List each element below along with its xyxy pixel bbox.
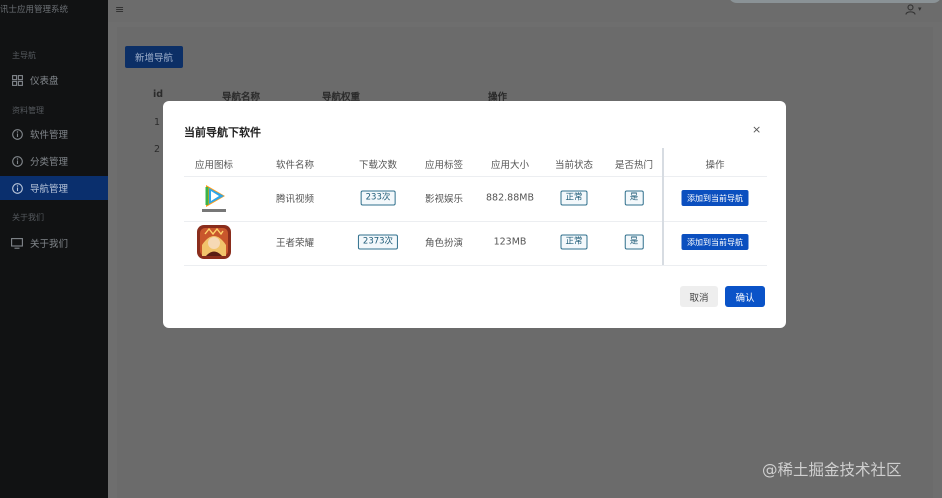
divider — [184, 265, 767, 266]
sidebar: 讯士应用管理系统 主导航 仪表盘 资料管理 软件管理 分类管理 导航管理 关于我… — [0, 0, 108, 498]
sidebar-item-about[interactable]: 关于我们 — [0, 231, 108, 255]
software-dialog: 当前导航下软件 × 应用图标 软件名称 下载次数 应用标签 应用大小 当前状态 … — [163, 101, 786, 328]
column-divider — [662, 148, 664, 265]
honor-of-kings-icon — [197, 225, 231, 259]
header-downloads: 下载次数 — [358, 160, 398, 171]
monitor-icon — [11, 237, 23, 249]
tencent-video-icon — [197, 181, 231, 215]
top-decoration — [728, 0, 942, 3]
sidebar-item-label: 分类管理 — [30, 157, 69, 168]
watermark: @稀土掘金技术社区 — [762, 461, 902, 479]
confirm-button[interactable]: 确认 — [725, 286, 765, 307]
app-tag: 角色扮演 — [424, 238, 464, 249]
sidebar-item-label: 仪表盘 — [30, 76, 59, 87]
hot-badge: 是 — [624, 190, 644, 206]
topbar: ≡ ▾ — [108, 0, 942, 22]
header-name: 软件名称 — [275, 160, 315, 171]
header-hot: 是否热门 — [614, 160, 654, 171]
status-badge: 正常 — [560, 190, 588, 206]
app-tag: 影视娱乐 — [424, 194, 464, 205]
column-header-id: id — [153, 89, 164, 100]
sidebar-group-home: 主导航 — [12, 51, 36, 60]
sidebar-item-category[interactable]: 分类管理 — [0, 149, 108, 173]
info-circle-icon — [11, 128, 23, 140]
status-badge: 正常 — [560, 234, 588, 250]
sidebar-item-software[interactable]: 软件管理 — [0, 122, 108, 146]
downloads-badge: 2373次 — [357, 234, 399, 250]
header-size: 应用大小 — [490, 160, 530, 171]
app-size: 123MB — [493, 236, 527, 248]
add-to-nav-button[interactable]: 添加到当前导航 — [681, 234, 749, 250]
dashboard-icon — [11, 74, 23, 86]
sidebar-item-navigation[interactable]: 导航管理 — [0, 176, 108, 200]
sidebar-group-about: 关于我们 — [12, 213, 44, 222]
sidebar-item-label: 导航管理 — [30, 184, 69, 195]
info-circle-icon — [11, 182, 23, 194]
table-row-id: 2 — [154, 144, 161, 155]
app-title: 讯士应用管理系统 — [0, 5, 69, 15]
chevron-down-icon[interactable]: ▾ — [918, 5, 922, 13]
divider — [184, 221, 767, 222]
new-nav-button[interactable]: 新增导航 — [125, 46, 183, 68]
sidebar-group-data: 资料管理 — [12, 106, 44, 115]
info-circle-icon — [11, 155, 23, 167]
table-row-id: 1 — [154, 117, 161, 128]
software-name: 腾讯视频 — [275, 194, 315, 205]
add-to-nav-button[interactable]: 添加到当前导航 — [681, 190, 749, 206]
cancel-button[interactable]: 取消 — [680, 286, 718, 307]
close-icon[interactable]: × — [752, 123, 761, 136]
header-tag: 应用标签 — [424, 160, 464, 171]
sidebar-item-label: 关于我们 — [30, 239, 69, 250]
app-size: 882.88MB — [486, 192, 534, 204]
hamburger-icon[interactable]: ≡ — [115, 3, 124, 16]
downloads-badge: 233次 — [360, 190, 396, 206]
header-icon: 应用图标 — [194, 160, 234, 171]
user-icon[interactable] — [905, 4, 916, 18]
software-name: 王者荣耀 — [275, 238, 315, 249]
header-ops: 操作 — [705, 160, 725, 171]
dialog-title: 当前导航下软件 — [184, 126, 261, 139]
header-status: 当前状态 — [554, 160, 594, 171]
sidebar-item-dashboard[interactable]: 仪表盘 — [0, 68, 108, 92]
sidebar-item-label: 软件管理 — [30, 130, 69, 141]
divider — [184, 176, 767, 177]
hot-badge: 是 — [624, 234, 644, 250]
